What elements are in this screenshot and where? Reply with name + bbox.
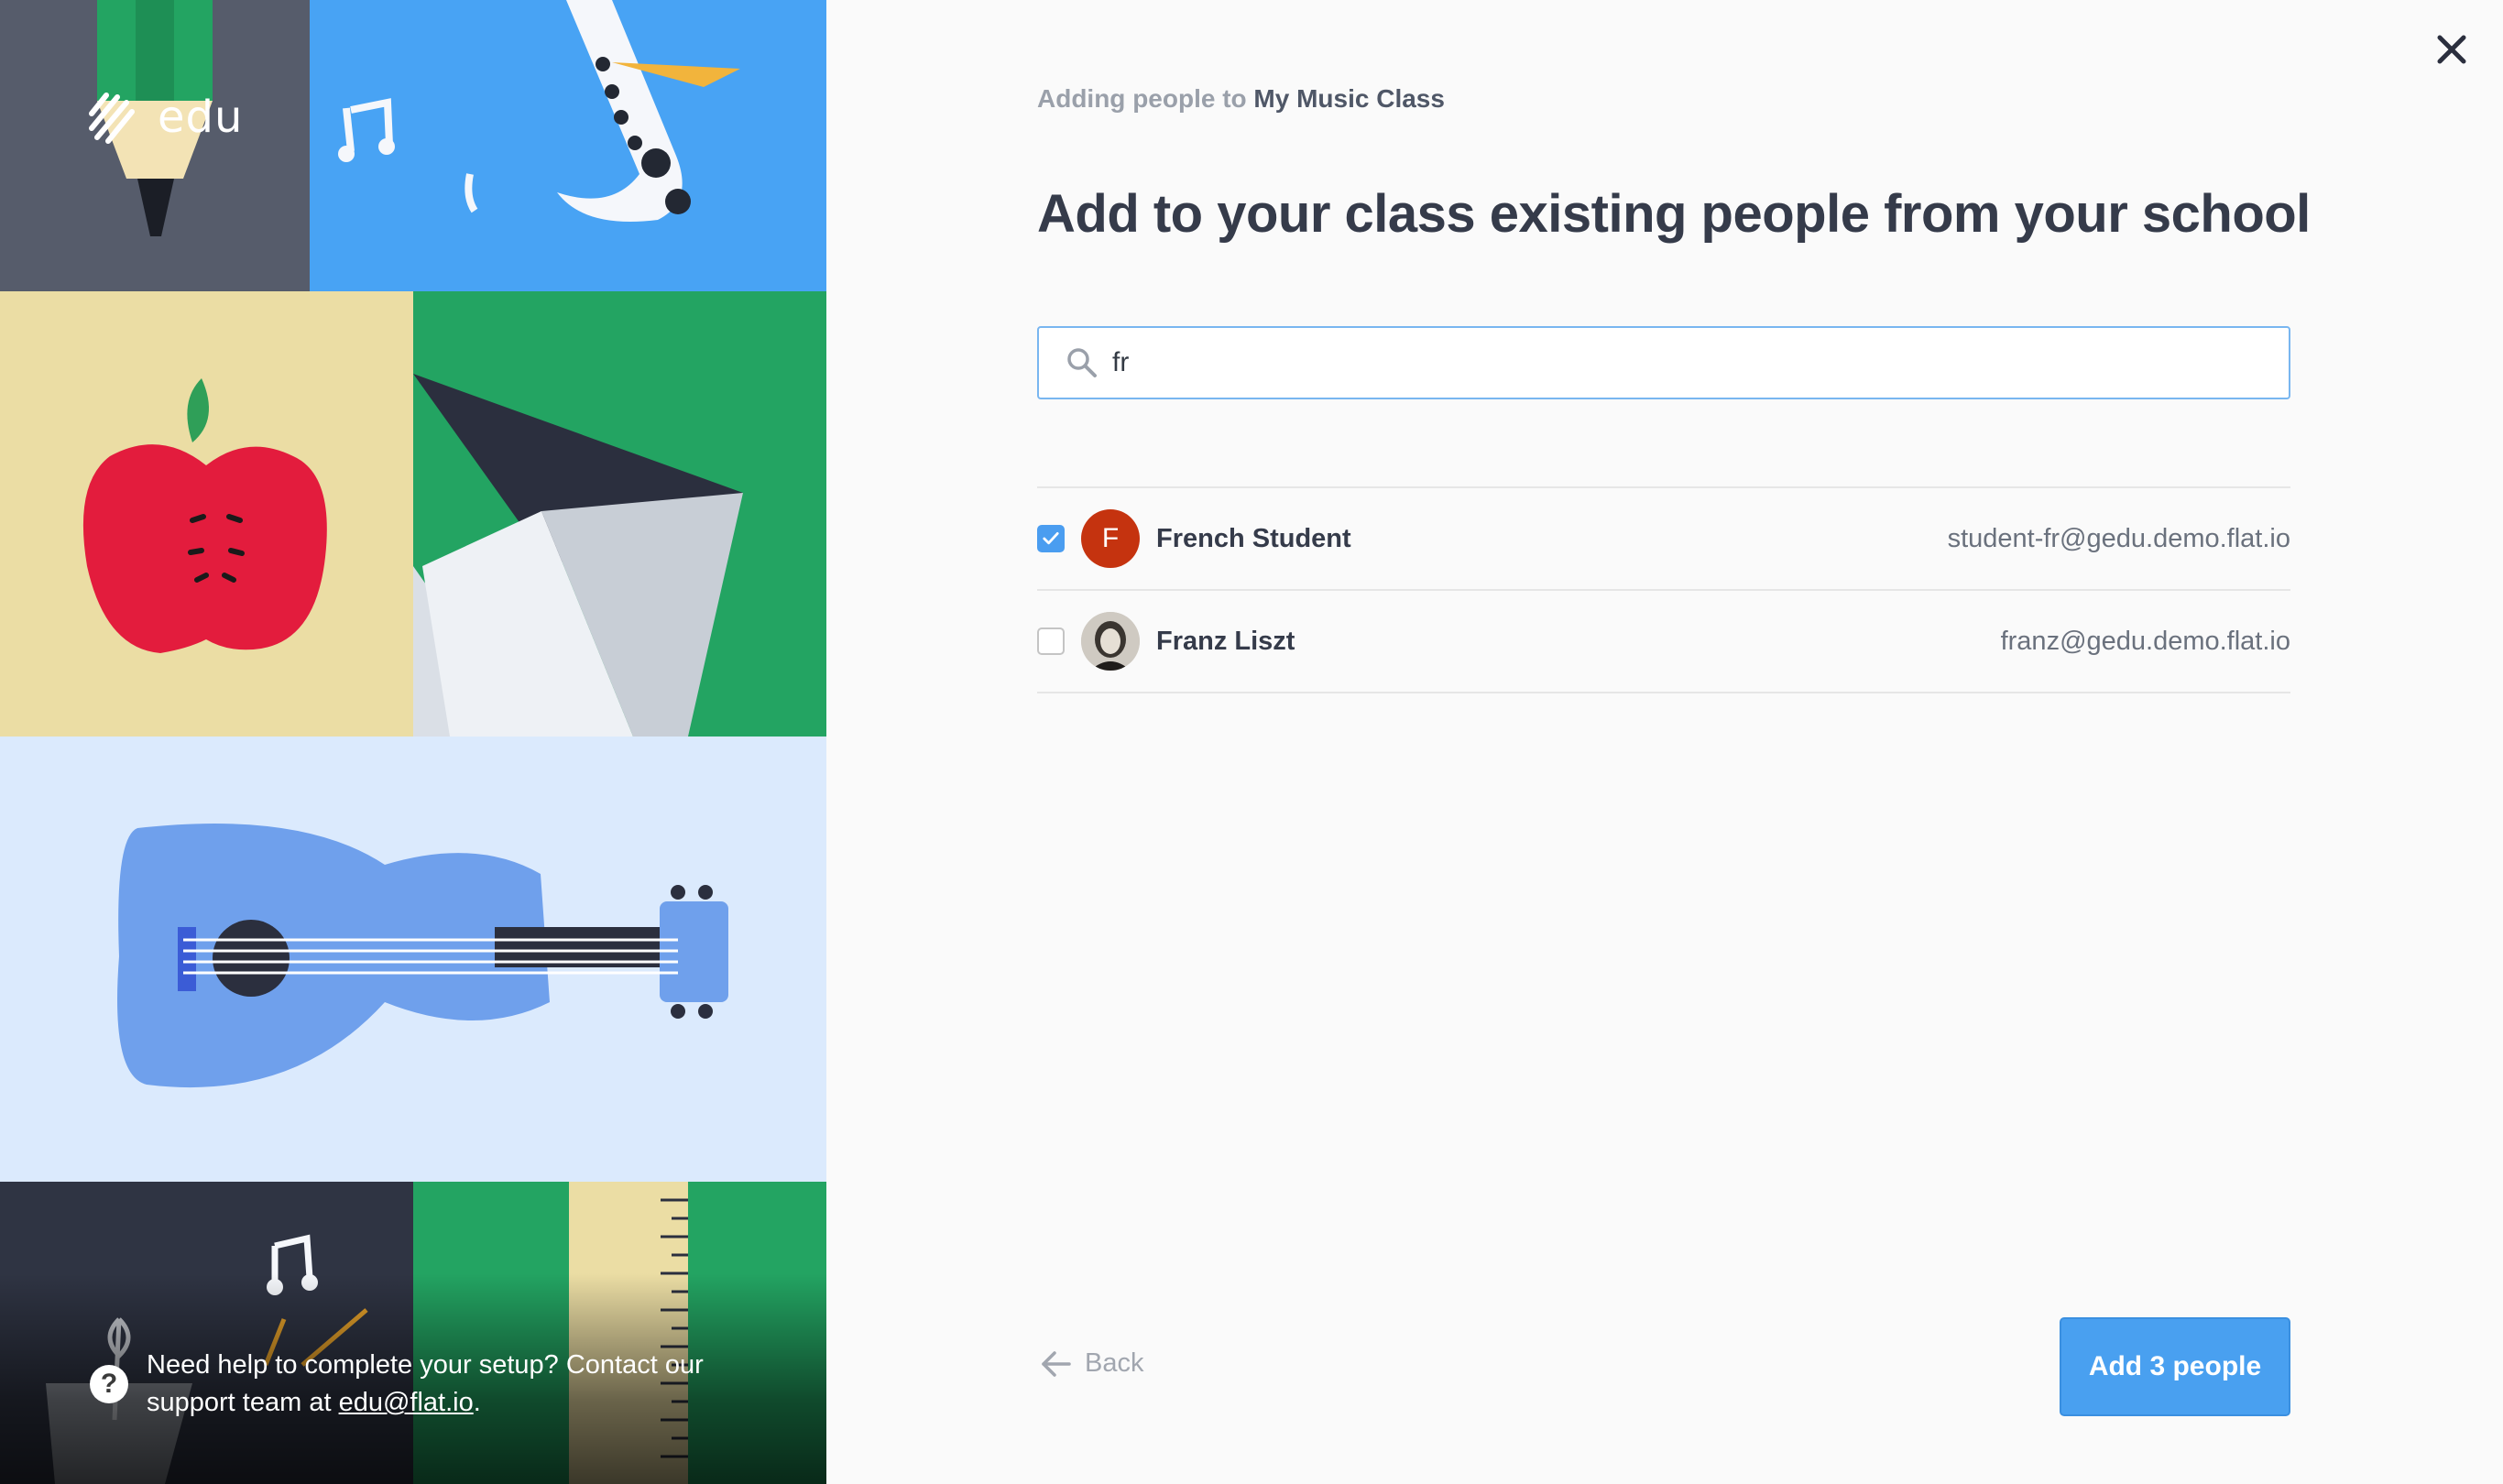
back-label: Back [1085, 1348, 1144, 1378]
class-name: My Music Class [1253, 84, 1445, 113]
person-name: Franz Liszt [1156, 626, 1295, 656]
illustration-panel: edu ? Need help to complete your setup? … [0, 0, 826, 1484]
help-text: Need help to complete your setup? Contac… [147, 1350, 704, 1417]
flat-logo-icon [89, 93, 135, 144]
search-field[interactable] [1037, 326, 2290, 399]
saxophone-illustration [310, 0, 826, 291]
person-email: franz@gedu.demo.flat.io [2000, 626, 2290, 656]
select-checkbox[interactable] [1037, 627, 1065, 655]
avatar: F [1081, 509, 1140, 568]
list-item[interactable]: Franz Liszt franz@gedu.demo.flat.io [1037, 591, 2290, 693]
add-people-button[interactable]: Add 3 people [2060, 1317, 2290, 1416]
list-item[interactable]: F French Student student-fr@gedu.demo.fl… [1037, 488, 2290, 591]
back-button[interactable]: Back [1041, 1348, 1143, 1379]
people-list: F French Student student-fr@gedu.demo.fl… [1037, 486, 2290, 693]
page-title: Add to your class existing people from y… [1037, 184, 2311, 244]
guitar-illustration [0, 737, 826, 1182]
person-name: French Student [1156, 523, 1351, 553]
search-input[interactable] [1112, 347, 2212, 378]
arrow-left-icon [1042, 1350, 1071, 1377]
logo-text: edu [158, 92, 244, 143]
person-email: student-fr@gedu.demo.flat.io [1947, 523, 2290, 553]
envelope-illustration [413, 291, 826, 737]
search-icon [1067, 348, 1097, 377]
support-email-link[interactable]: edu@flat.io [339, 1388, 474, 1417]
question-icon: ? [90, 1365, 128, 1403]
apple-illustration [0, 291, 413, 737]
help-message: ? Need help to complete your setup? Cont… [90, 1347, 749, 1422]
avatar [1081, 612, 1140, 671]
checkmark-icon [1043, 532, 1059, 545]
close-icon[interactable] [2431, 28, 2473, 71]
portrait-photo-icon [1081, 612, 1140, 671]
select-checkbox[interactable] [1037, 525, 1065, 552]
edu-logo[interactable]: edu [88, 88, 243, 147]
breadcrumb: Adding people to My Music Class [1037, 84, 1445, 113]
